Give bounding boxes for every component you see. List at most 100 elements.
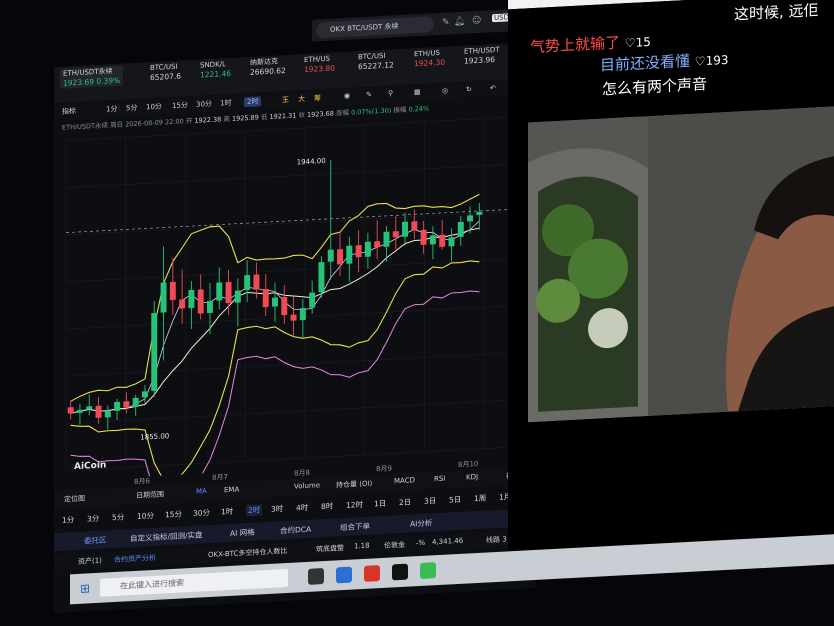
- tf-1h[interactable]: 1时: [220, 98, 231, 109]
- ticker-item[interactable]: SNDK/L 1221.46: [200, 60, 231, 79]
- candle-body[interactable]: [299, 307, 306, 321]
- tab-order[interactable]: 委托区: [84, 534, 107, 546]
- candle-body[interactable]: [337, 249, 343, 265]
- candle-body[interactable]: [225, 281, 232, 304]
- tab-ai-grid[interactable]: AI 网格: [230, 527, 255, 539]
- tf-2h[interactable]: 2时: [244, 96, 262, 108]
- macd-button[interactable]: MACD: [394, 476, 415, 485]
- candle-body[interactable]: [179, 299, 186, 309]
- candle-body[interactable]: [346, 245, 353, 264]
- candle-body[interactable]: [476, 211, 483, 216]
- candle-body[interactable]: [392, 231, 399, 238]
- candle-body[interactable]: [318, 261, 325, 293]
- video-frame[interactable]: [528, 106, 834, 423]
- ticker-item[interactable]: ETH/USDT 1923.96: [464, 46, 500, 66]
- rsi-button[interactable]: RSI: [434, 475, 445, 484]
- candle-body[interactable]: [262, 288, 269, 308]
- timeframe-option[interactable]: 3时: [271, 503, 283, 515]
- timeframe-option[interactable]: 1时: [221, 506, 233, 518]
- timeframe-option[interactable]: 1日: [374, 498, 386, 510]
- candle-body[interactable]: [234, 290, 241, 303]
- task-view-icon[interactable]: [308, 568, 324, 585]
- tf-10m[interactable]: 10分: [146, 102, 162, 113]
- candle-body[interactable]: [281, 296, 288, 316]
- timeframe-option[interactable]: 2日: [399, 496, 411, 508]
- candle-body[interactable]: [402, 221, 409, 237]
- candle-body[interactable]: [448, 237, 455, 247]
- wps-icon[interactable]: [364, 565, 380, 582]
- timeframe-option[interactable]: 30分: [193, 507, 210, 519]
- candle-body[interactable]: [309, 292, 316, 308]
- candle-body[interactable]: [355, 245, 362, 258]
- volume-button[interactable]: Volume: [294, 481, 320, 490]
- draw-icon[interactable]: ✎: [366, 91, 372, 99]
- candle-body[interactable]: [327, 249, 334, 262]
- ema-button[interactable]: EMA: [224, 485, 239, 494]
- ticker-item[interactable]: ETH/USDT永续 1923.69 0.39%: [60, 65, 124, 89]
- tab-combo-order[interactable]: 组合下单: [340, 521, 370, 534]
- symbol-search-input[interactable]: [316, 16, 434, 39]
- ticker-item[interactable]: ETH/US 1924.30: [414, 49, 445, 68]
- timeframe-option[interactable]: 12时: [346, 499, 363, 511]
- tab-custom-indicator[interactable]: 自定义指标/回测/实盘: [130, 529, 203, 544]
- candle-body[interactable]: [160, 282, 167, 313]
- candle-body[interactable]: [253, 274, 260, 290]
- candle-body[interactable]: [439, 234, 446, 247]
- candlestick-chart[interactable]: 1944.00 1855.00: [54, 106, 536, 482]
- ticker-item[interactable]: BTC/USI 65227.12: [358, 51, 394, 71]
- assets-label[interactable]: 资产(1): [78, 556, 102, 567]
- timeframe-option[interactable]: 2时: [246, 504, 263, 517]
- candle-body[interactable]: [104, 411, 111, 418]
- layout-icon[interactable]: ▦: [414, 88, 421, 96]
- pin-icon[interactable]: ⚲: [388, 89, 393, 97]
- aicoin-taskbar-icon[interactable]: [392, 563, 408, 581]
- user-icon[interactable]: ☺: [472, 16, 481, 26]
- candle-body[interactable]: [411, 221, 418, 231]
- candle-body[interactable]: [374, 241, 381, 248]
- mark-chou[interactable]: 筹: [314, 93, 321, 103]
- candle-body[interactable]: [290, 314, 297, 321]
- kdj-button[interactable]: KDJ: [466, 473, 478, 482]
- edit-icon[interactable]: ✎: [442, 17, 450, 27]
- taskbar-search[interactable]: 在此键入进行搜索: [100, 568, 288, 597]
- candle-body[interactable]: [197, 289, 204, 314]
- candle-body[interactable]: [141, 391, 148, 398]
- eye-icon[interactable]: ◎: [442, 87, 448, 95]
- tf-15m[interactable]: 15分: [172, 100, 188, 111]
- candle-body[interactable]: [114, 401, 121, 412]
- ticker-item[interactable]: ETH/US 1923.80: [304, 54, 335, 74]
- timeframe-option[interactable]: 3分: [87, 513, 99, 525]
- candle-body[interactable]: [467, 215, 474, 222]
- candle-body[interactable]: [207, 300, 213, 314]
- timeframe-option[interactable]: 10分: [137, 510, 154, 522]
- mark-da[interactable]: 大: [298, 94, 305, 104]
- oi-button[interactable]: 持仓量 (OI): [336, 478, 372, 490]
- windows-start-icon[interactable]: ⊞: [80, 581, 90, 596]
- candle-body[interactable]: [429, 235, 436, 245]
- camera-icon[interactable]: ◉: [344, 92, 350, 100]
- candle-body[interactable]: [169, 281, 176, 301]
- candle-body[interactable]: [132, 397, 139, 408]
- candle-body[interactable]: [383, 231, 390, 247]
- browser-icon[interactable]: [420, 562, 436, 579]
- ma-button[interactable]: MA: [196, 487, 207, 496]
- route-label[interactable]: 线路 3: [486, 534, 507, 545]
- tf-1m[interactable]: 1分: [106, 104, 117, 115]
- timeframe-option[interactable]: 5日: [449, 494, 461, 506]
- timeframe-option[interactable]: 15分: [165, 508, 182, 520]
- tab-ai-analysis[interactable]: AI分析: [410, 517, 432, 529]
- candle-body[interactable]: [457, 221, 464, 238]
- tf-30m[interactable]: 30分: [196, 99, 212, 110]
- tf-5m[interactable]: 5分: [126, 103, 137, 114]
- candle-body[interactable]: [244, 274, 251, 291]
- locate-button[interactable]: 定位图: [64, 494, 85, 505]
- candle-body[interactable]: [188, 289, 195, 309]
- mark-wang[interactable]: 王: [282, 95, 289, 105]
- ticker-item[interactable]: BTC/USI 65207.6: [150, 63, 181, 82]
- candle-body[interactable]: [86, 406, 93, 410]
- candle-body[interactable]: [123, 401, 130, 408]
- candle-body[interactable]: [272, 297, 278, 307]
- timeframe-option[interactable]: 3日: [424, 495, 436, 507]
- timeframe-option[interactable]: 8时: [321, 501, 333, 513]
- ticker-item[interactable]: 纳斯达克 26690.62: [250, 57, 286, 76]
